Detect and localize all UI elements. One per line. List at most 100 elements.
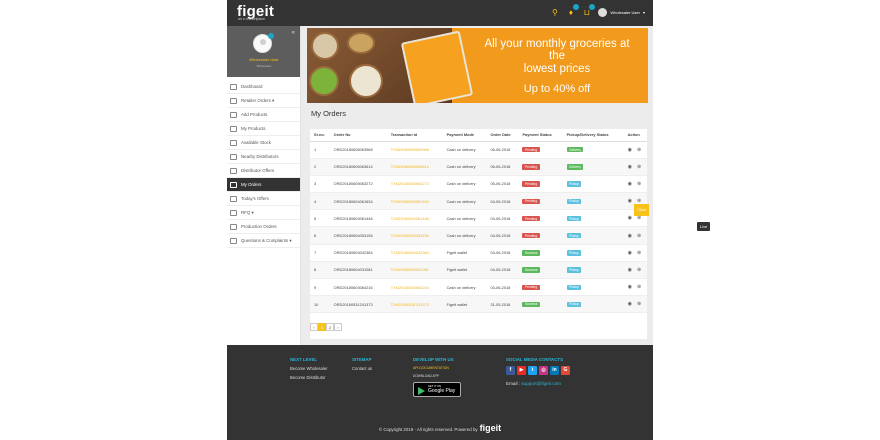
payment-status-badge: Success: [522, 301, 540, 308]
footer-col-next-level: NEXT LEVEL Become Wholesaler Become Dist…: [290, 357, 327, 384]
settings-icon[interactable]: ⊛: [637, 284, 641, 290]
play-store-icon: [418, 387, 425, 395]
sidebar-item[interactable]: Nearby Distributors: [227, 150, 300, 164]
view-icon[interactable]: ◉: [628, 284, 632, 290]
youtube-icon[interactable]: ▶: [517, 366, 526, 375]
sidebar-item[interactable]: Distributor Offers: [227, 164, 300, 178]
api-doc-link[interactable]: API DOCUMENTATION: [413, 366, 461, 370]
sidebar: « Wholesaler User Wholesaler Dashboard Re…: [227, 26, 301, 345]
google-play-button[interactable]: GET IT ON Google Play: [413, 382, 461, 397]
view-icon[interactable]: ◉: [628, 250, 632, 256]
google-plus-icon[interactable]: G: [561, 366, 570, 375]
table-row[interactable]: 2 ORD20180606063614 TXN20180606063614 Cash …: [310, 158, 647, 176]
table-row[interactable]: 9 ORD20180603064216 TXN20180603064216 Cash …: [310, 278, 647, 297]
menu-item-icon: [230, 181, 237, 188]
bell-icon[interactable]: ♦: [566, 4, 580, 17]
settings-icon[interactable]: ⊛: [637, 250, 641, 256]
footer-col-develop: DEVELOP WITH US API DOCUMENTATION DOWNLO…: [413, 357, 461, 397]
footer-heading: SITEMAP: [352, 357, 372, 362]
chat-button[interactable]: Chat: [634, 204, 649, 216]
table-row[interactable]: 5 ORD20180604061446 TXN20180604061446 Cash …: [310, 209, 647, 228]
settings-icon[interactable]: ⊛: [637, 164, 641, 170]
view-icon[interactable]: ◉: [628, 233, 632, 239]
sidebar-item[interactable]: My Orders: [227, 178, 300, 192]
table-row[interactable]: 6 ORD20180604053156 TXN20180604053156 Cash …: [310, 226, 647, 245]
order-date: 31-05-2018: [490, 301, 511, 307]
view-icon[interactable]: ◉: [628, 181, 632, 187]
sidebar-item[interactable]: My Products: [227, 122, 300, 136]
settings-icon[interactable]: ⊛: [637, 181, 641, 187]
view-icon[interactable]: ◉: [628, 164, 632, 170]
order-date: 04-06-2018: [490, 215, 511, 221]
settings-icon[interactable]: ⊛: [637, 233, 641, 239]
column-header: Action: [623, 129, 647, 142]
view-icon[interactable]: ◉: [628, 198, 632, 204]
orders-table: Sr.no. Order No Transaction Id Payment Mode…: [310, 129, 647, 339]
sidebar-item[interactable]: Today's Offers: [227, 192, 300, 206]
notification-badge: [573, 4, 580, 10]
prev-page-button[interactable]: ‹: [310, 323, 318, 331]
table-row[interactable]: 7 ORD20180604042384 TXN20180604042384 Figei…: [310, 244, 647, 262]
footer-heading: DEVELOP WITH US: [413, 357, 454, 362]
banner-subline: lowest prices: [523, 63, 591, 75]
table-row[interactable]: 10 ORD20180531241373 TXN20180531241373 Fige…: [310, 295, 647, 314]
order-date: 04-06-2018: [490, 233, 511, 239]
settings-icon[interactable]: ⊛: [637, 147, 641, 153]
table-row[interactable]: 4 ORD20180604061634 TXN20180604061634 Cash …: [310, 192, 647, 211]
next-page-button[interactable]: ›: [334, 323, 342, 331]
menu-item-icon: [230, 97, 237, 104]
order-number: ORD20180605063272: [333, 181, 373, 187]
sidebar-item[interactable]: RFQ ▾: [227, 206, 300, 220]
page-2-button[interactable]: 2: [326, 323, 334, 331]
twitter-icon[interactable]: t: [528, 366, 537, 375]
sidebar-item[interactable]: Available Stock: [227, 136, 300, 150]
social-links: f ▶ t ◎ in G: [506, 366, 570, 375]
delivery-status-badge: Pickup: [566, 181, 582, 187]
sidebar-item[interactable]: Dashboard: [227, 80, 300, 94]
sidebar-item[interactable]: Add Products: [227, 108, 300, 122]
transaction-id: TXN20180604061446: [390, 215, 429, 221]
settings-icon[interactable]: ⊛: [637, 267, 641, 273]
view-icon[interactable]: ◉: [628, 147, 632, 153]
sidebar-item-label: Dashboard: [241, 84, 263, 89]
table-row[interactable]: 1 ORD20180606063968 TXN20180606063968 Cash …: [310, 141, 647, 159]
collapse-sidebar-icon[interactable]: «: [292, 30, 295, 36]
table-row[interactable]: 8 ORD20180604031081 TXN20180604031081 Figei…: [310, 261, 647, 280]
settings-icon[interactable]: ⊛: [637, 301, 641, 307]
order-date: 04-06-2018: [490, 267, 511, 273]
serial-number: 6: [314, 233, 317, 239]
payment-status-badge: Pending: [522, 284, 540, 290]
sidebar-item[interactable]: Questions & Complaints ▾: [227, 234, 300, 248]
order-date: 05-06-2018: [490, 181, 511, 187]
instagram-icon[interactable]: ◎: [539, 366, 548, 375]
location-icon[interactable]: ⚲: [550, 8, 559, 17]
menu-item-icon: [230, 153, 237, 160]
profile-name: Wholesaler User: [249, 57, 279, 62]
view-icon[interactable]: ◉: [628, 301, 632, 307]
chevron-down-icon: ▾: [642, 10, 645, 15]
facebook-icon[interactable]: f: [506, 366, 515, 375]
payment-mode: Cash on delivery: [446, 147, 476, 153]
user-menu[interactable]: Wholesaler User ▾: [598, 8, 645, 17]
cart-icon[interactable]: ⊔: [582, 4, 596, 17]
delivery-status-badge: Pickup: [566, 233, 582, 239]
live-tooltip: Live: [697, 222, 711, 231]
settings-icon[interactable]: ⊛: [637, 215, 641, 221]
sidebar-item[interactable]: Retailer Orders ▾: [227, 94, 300, 108]
table-row[interactable]: 3 ORD20180605063272 TXN20180605063272 Cash …: [310, 175, 647, 194]
contact-us-link[interactable]: Contact us: [352, 366, 372, 371]
profile-card: « Wholesaler User Wholesaler: [227, 26, 300, 77]
become-distributor-link[interactable]: Become Distributor: [290, 375, 327, 380]
view-icon[interactable]: ◉: [628, 267, 632, 273]
view-icon[interactable]: ◉: [628, 215, 632, 221]
transaction-id: TXN20180604061634: [390, 198, 429, 204]
linkedin-icon[interactable]: in: [550, 366, 559, 375]
column-header: Payment Mode: [442, 129, 487, 142]
footer-col-sitemap: SITEMAP Contact us: [352, 357, 372, 375]
sidebar-item[interactable]: Production Orders: [227, 220, 300, 234]
become-wholesaler-link[interactable]: Become Wholesaler: [290, 366, 327, 371]
email-link[interactable]: support@figeit.com: [521, 381, 561, 386]
promo-banner[interactable]: All your monthly groceries at the lowest…: [307, 28, 648, 103]
camera-icon[interactable]: [268, 33, 274, 39]
page-1-button[interactable]: 1: [318, 323, 326, 331]
